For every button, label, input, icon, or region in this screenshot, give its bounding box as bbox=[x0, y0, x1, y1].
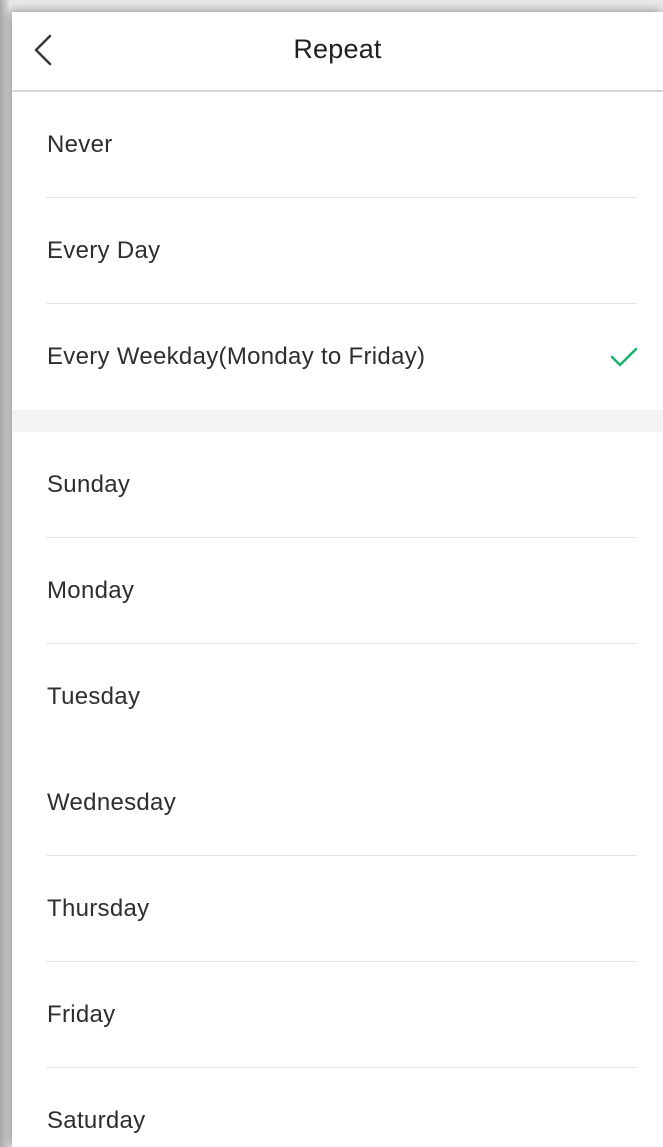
repeat-day-friday[interactable]: Friday bbox=[12, 962, 663, 1068]
repeat-day-monday[interactable]: Monday bbox=[12, 538, 663, 644]
repeat-day-sunday[interactable]: Sunday bbox=[12, 432, 663, 538]
repeat-option-every-weekday[interactable]: Every Weekday(Monday to Friday) bbox=[12, 304, 663, 410]
weekday-list: Sunday Monday Tuesday Wednesday Thursday… bbox=[12, 432, 663, 1147]
day-label: Sunday bbox=[47, 471, 131, 498]
repeat-option-never[interactable]: Never bbox=[12, 92, 663, 198]
option-label: Every Weekday(Monday to Friday) bbox=[47, 343, 426, 370]
app-frame: Repeat Never Every Day Every Weekday(Mon… bbox=[0, 0, 663, 1147]
preset-list: Never Every Day Every Weekday(Monday to … bbox=[12, 92, 663, 410]
nav-bar: Repeat bbox=[12, 12, 663, 92]
repeat-screen: Repeat Never Every Day Every Weekday(Mon… bbox=[12, 12, 663, 1147]
day-label: Saturday bbox=[47, 1107, 146, 1134]
page-title: Repeat bbox=[293, 34, 382, 64]
day-label: Thursday bbox=[47, 895, 150, 922]
repeat-day-wednesday[interactable]: Wednesday bbox=[12, 750, 663, 856]
day-label: Friday bbox=[47, 1001, 116, 1028]
repeat-day-thursday[interactable]: Thursday bbox=[12, 856, 663, 962]
section-separator bbox=[12, 410, 663, 432]
option-label: Every Day bbox=[47, 237, 161, 264]
repeat-day-saturday[interactable]: Saturday bbox=[12, 1068, 663, 1147]
checkmark-icon bbox=[610, 347, 638, 367]
day-label: Monday bbox=[47, 577, 135, 604]
repeat-option-every-day[interactable]: Every Day bbox=[12, 198, 663, 304]
repeat-day-tuesday[interactable]: Tuesday bbox=[12, 644, 663, 750]
option-label: Never bbox=[47, 131, 113, 158]
day-label: Tuesday bbox=[47, 683, 141, 710]
day-label: Wednesday bbox=[47, 789, 177, 816]
